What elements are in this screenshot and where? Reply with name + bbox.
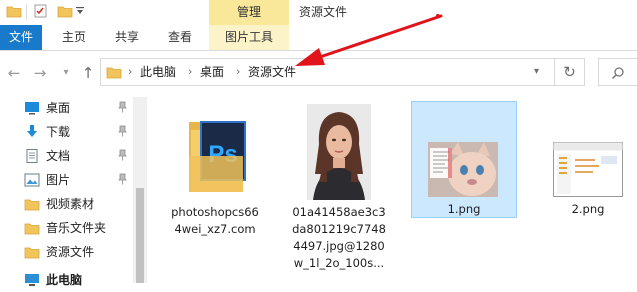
sidebar-item-label: 下载 bbox=[46, 125, 71, 139]
new-folder-icon[interactable] bbox=[57, 4, 73, 18]
breadcrumb-separator[interactable]: › bbox=[128, 58, 132, 86]
tab-home[interactable]: 主页 bbox=[62, 25, 86, 50]
file-item[interactable]: Ps photoshopcs66 4wei_xz7.com bbox=[163, 100, 267, 275]
breadcrumb-separator[interactable]: › bbox=[236, 58, 240, 86]
sidebar-item-pictures[interactable]: 图片 bbox=[0, 168, 147, 192]
folder-icon bbox=[24, 223, 40, 235]
file-name: 1.png bbox=[447, 202, 481, 216]
file-item[interactable]: 01a41458ae3c3 da801219c7748 4497.jpg@128… bbox=[287, 100, 391, 275]
sidebar-item-desktop[interactable]: 桌面 bbox=[0, 96, 147, 120]
folder-icon bbox=[24, 247, 40, 259]
document-icon bbox=[26, 149, 38, 163]
back-arrow-icon[interactable]: ← bbox=[4, 63, 24, 83]
file-name-line: 01a41458ae3c3 bbox=[292, 205, 386, 219]
sidebar-item-label: 此电脑 bbox=[46, 273, 83, 287]
sidebar-item-this-pc[interactable]: 此电脑 bbox=[0, 268, 147, 292]
tab-file[interactable]: 文件 bbox=[0, 25, 42, 50]
breadcrumb-this-pc[interactable]: 此电脑 bbox=[140, 58, 176, 86]
sidebar-item-label: 音乐文件夹 bbox=[46, 221, 107, 235]
tab-manage[interactable]: 管理 bbox=[209, 0, 289, 25]
sidebar-item-label: 文档 bbox=[46, 149, 71, 163]
file-name-line: da801219c7748 bbox=[292, 222, 386, 236]
breadcrumb-separator[interactable]: › bbox=[188, 58, 192, 86]
annotation-arrow bbox=[295, 14, 443, 66]
search-input[interactable] bbox=[598, 58, 637, 86]
sidebar-scrollbar-thumb[interactable] bbox=[136, 188, 144, 283]
sidebar-item-resources[interactable]: 资源文件 bbox=[0, 240, 147, 264]
file-name: 01a41458ae3c3 da801219c7748 4497.jpg@128… bbox=[283, 204, 395, 272]
pin-icon[interactable] bbox=[118, 173, 127, 185]
file-name: 2.png bbox=[571, 202, 605, 216]
sidebar-item-downloads[interactable]: 下载 bbox=[0, 120, 147, 144]
download-icon bbox=[27, 125, 37, 137]
cat-png-thumbnail bbox=[428, 142, 498, 197]
refresh-icon[interactable]: ↻ bbox=[555, 58, 585, 86]
photoshop-folder-icon: Ps bbox=[189, 121, 246, 192]
tab-share[interactable]: 共享 bbox=[115, 25, 139, 50]
properties-icon[interactable] bbox=[33, 4, 49, 18]
folder-icon bbox=[106, 67, 122, 79]
forward-arrow-icon[interactable]: → bbox=[30, 63, 50, 83]
tab-view[interactable]: 查看 bbox=[168, 25, 192, 50]
folder-icon bbox=[24, 199, 40, 211]
folder-icon[interactable] bbox=[6, 4, 22, 18]
sidebar-item-label: 视频素材 bbox=[46, 197, 95, 211]
quick-access-separator bbox=[26, 4, 27, 20]
recent-dropdown-icon[interactable]: ▾ bbox=[56, 63, 76, 83]
pin-icon[interactable] bbox=[118, 101, 127, 113]
screenshot-png-thumbnail bbox=[553, 142, 623, 197]
customize-toolbar-icon[interactable] bbox=[75, 6, 85, 16]
sidebar-item-label: 桌面 bbox=[46, 101, 71, 115]
tab-picture-tools[interactable]: 图片工具 bbox=[209, 25, 289, 50]
pin-icon[interactable] bbox=[118, 125, 127, 137]
sidebar-item-video-assets[interactable]: 视频素材 bbox=[0, 192, 147, 216]
file-name-line: 4497.jpg@1280 bbox=[293, 239, 385, 253]
sidebar-item-documents[interactable]: 文档 bbox=[0, 144, 147, 168]
up-arrow-icon[interactable]: ↑ bbox=[78, 63, 98, 83]
sidebar-item-music-folder[interactable]: 音乐文件夹 bbox=[0, 216, 147, 240]
sidebar-item-label: 资源文件 bbox=[46, 245, 95, 259]
file-name: photoshopcs66 4wei_xz7.com bbox=[163, 204, 267, 238]
breadcrumb-desktop[interactable]: 桌面 bbox=[200, 58, 224, 86]
pc-icon bbox=[25, 274, 39, 286]
file-name-line: photoshopcs66 bbox=[171, 205, 259, 219]
sidebar-item-label: 图片 bbox=[46, 173, 71, 187]
file-name-line: w_1l_2o_100s... bbox=[293, 256, 385, 270]
desktop-icon bbox=[25, 102, 39, 115]
picture-icon bbox=[24, 173, 40, 187]
address-dropdown-icon[interactable]: ▾ bbox=[534, 58, 539, 86]
file-name-line: 4wei_xz7.com bbox=[174, 222, 256, 236]
search-icon bbox=[611, 67, 624, 80]
portrait-thumbnail bbox=[307, 104, 371, 200]
pin-icon[interactable] bbox=[118, 149, 127, 161]
